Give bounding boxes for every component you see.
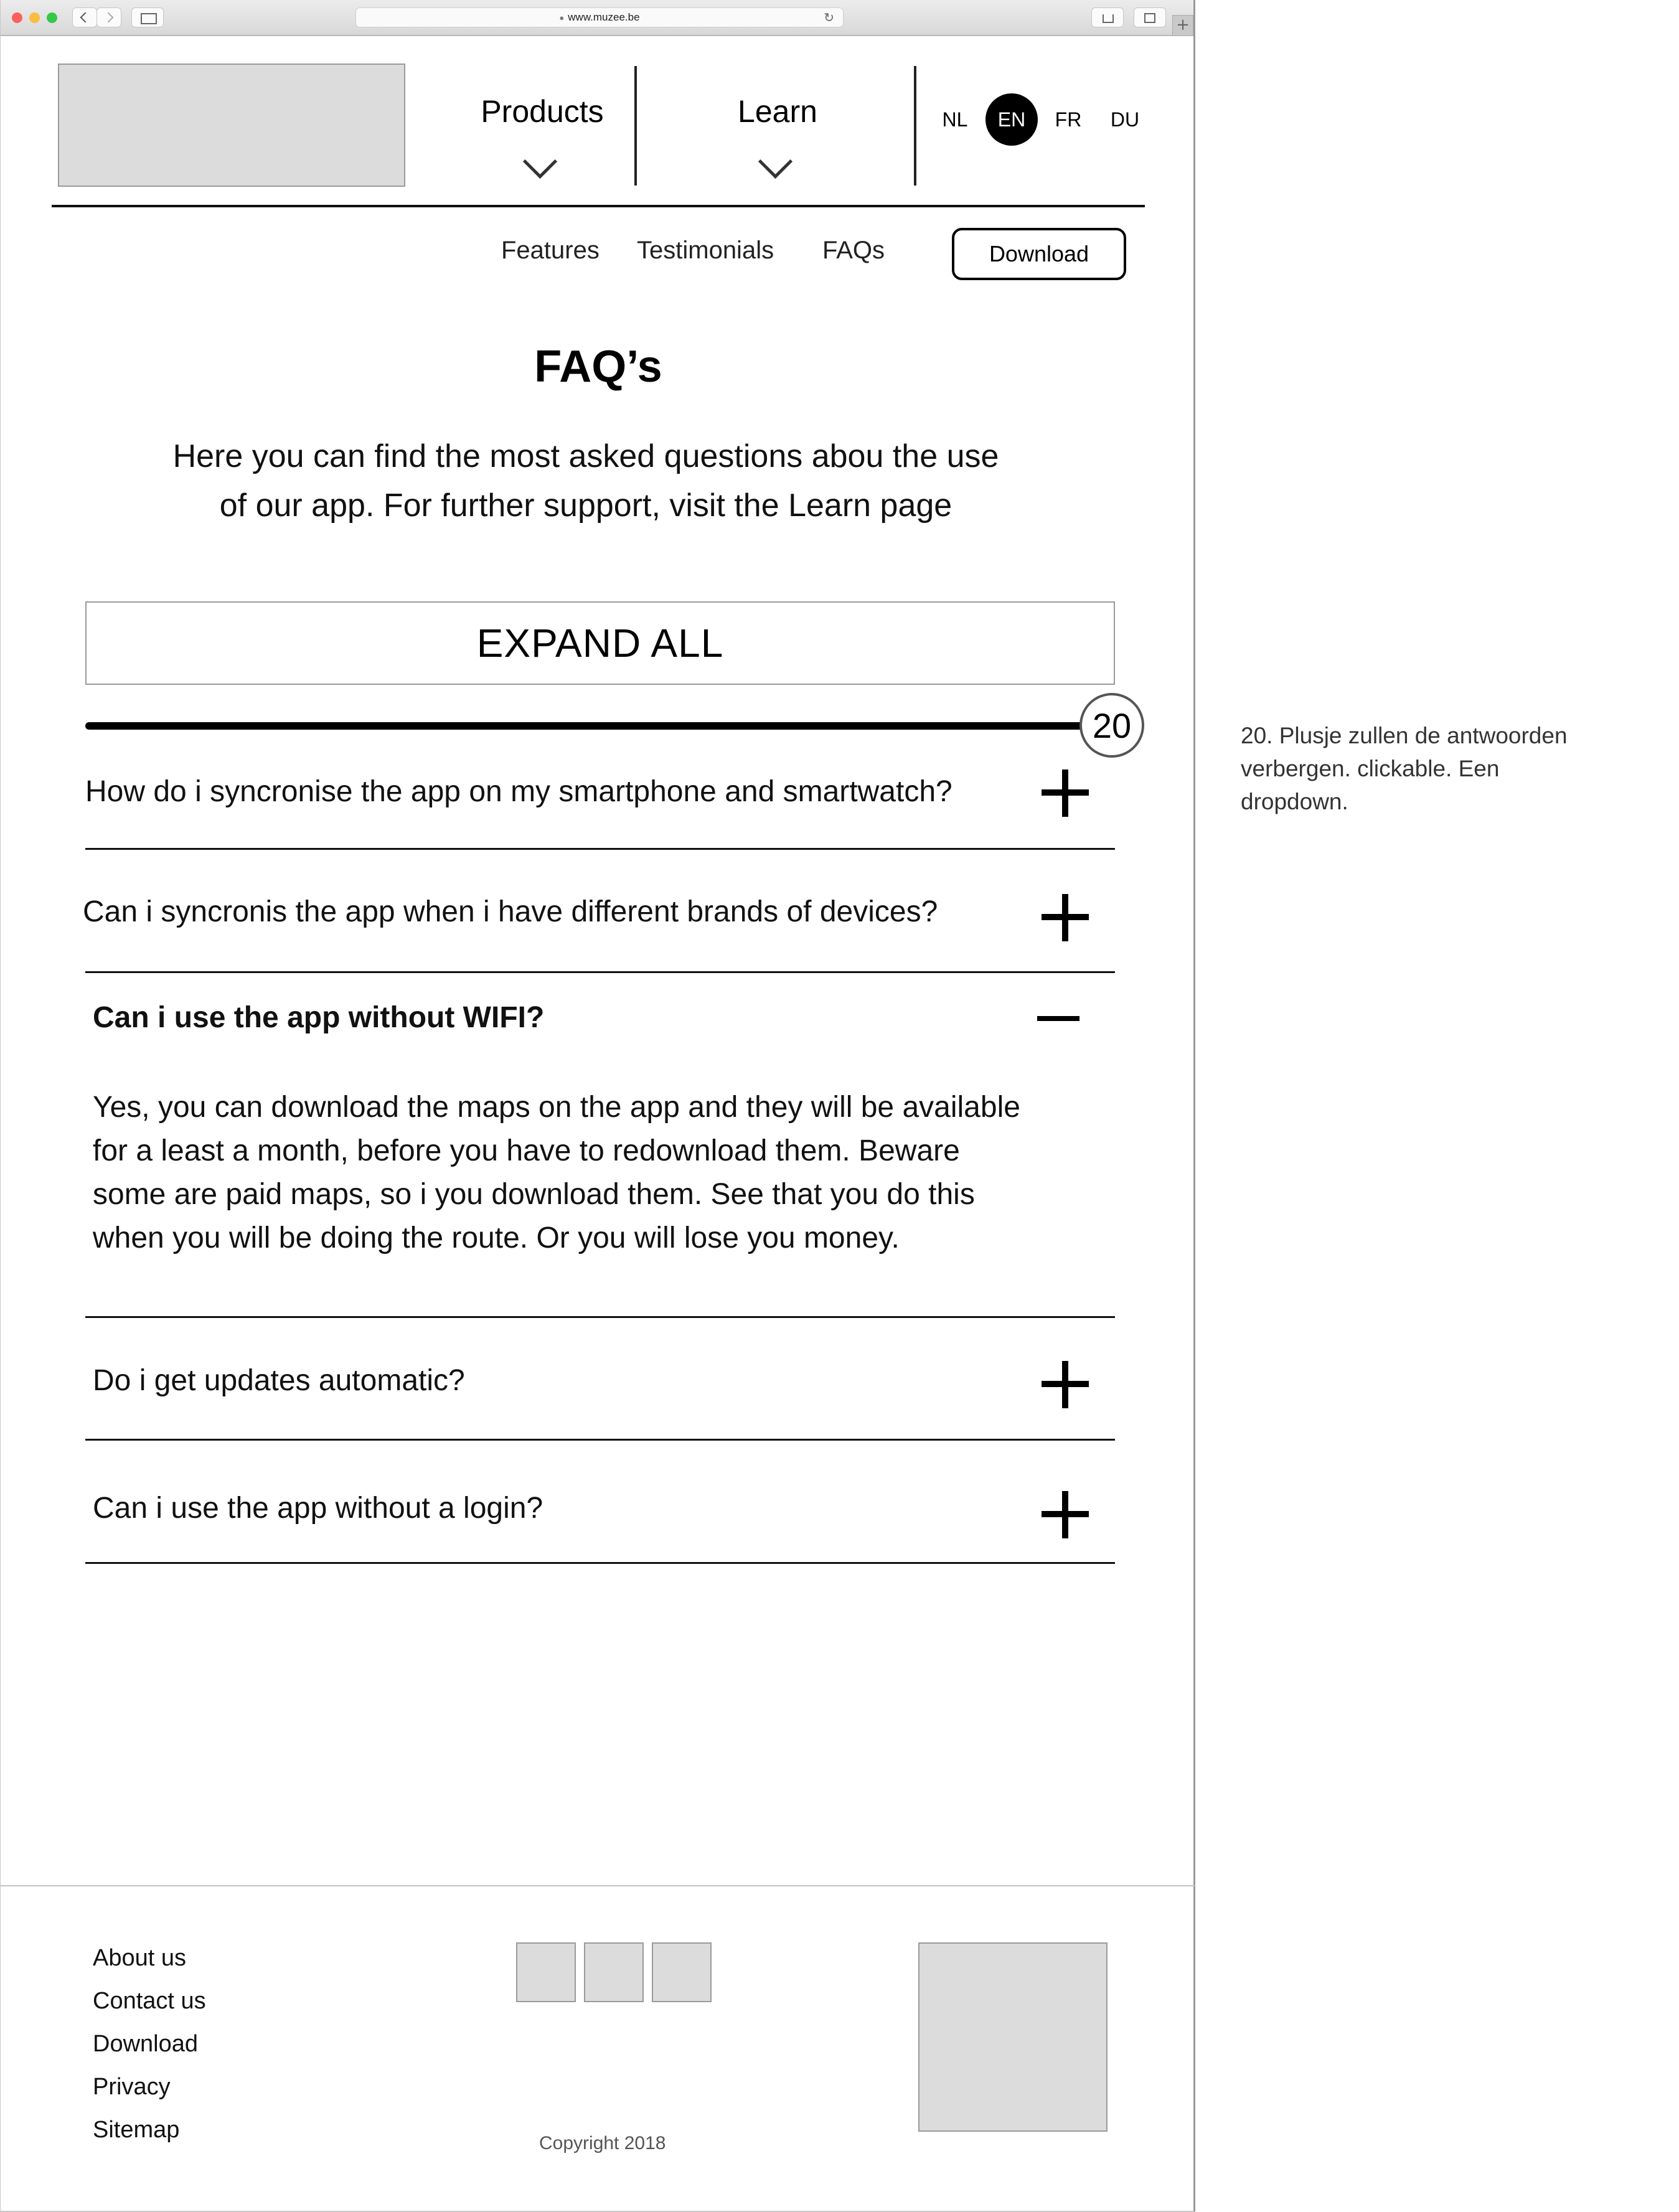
faq-question-4[interactable]: Do i get updates automatic? xyxy=(93,1363,465,1398)
forward-button[interactable] xyxy=(96,7,121,27)
back-button[interactable] xyxy=(72,7,97,27)
faq-divider xyxy=(85,848,1115,850)
social-icon-placeholder[interactable] xyxy=(652,1942,712,2002)
plus-icon[interactable] xyxy=(1042,1361,1089,1408)
language-nl[interactable]: NL xyxy=(929,93,981,146)
learn-chevron-down-icon[interactable] xyxy=(758,144,793,179)
chevron-left-icon xyxy=(80,12,91,23)
minimize-window-button[interactable] xyxy=(29,12,40,23)
download-button[interactable]: Download xyxy=(952,228,1126,280)
plus-icon[interactable] xyxy=(1042,1491,1089,1538)
intro-line: of our app. For further support, visit t… xyxy=(219,487,952,524)
reload-icon[interactable]: ↻ xyxy=(824,10,834,26)
faq-answer-line: when you will be doing the route. Or you… xyxy=(93,1221,900,1254)
language-en[interactable]: EN xyxy=(985,93,1038,146)
maximize-window-button[interactable] xyxy=(47,12,57,23)
faq-divider xyxy=(85,1562,1115,1564)
faq-question-2[interactable]: Can i syncronis the app when i have diff… xyxy=(83,895,938,929)
social-icon-placeholder[interactable] xyxy=(584,1942,644,2002)
footer-link-about-us[interactable]: About us xyxy=(93,1945,186,1972)
plus-icon[interactable] xyxy=(1042,894,1089,941)
header-divider xyxy=(52,205,1145,207)
annotation-note: 20. Plusje zullen de antwoorden verberge… xyxy=(1241,719,1639,818)
tabs-overview-button[interactable] xyxy=(1134,7,1166,27)
faq-answer-3: Yes, you can download the maps on the ap… xyxy=(93,1086,1089,1260)
expand-all-button[interactable]: EXPAND ALL xyxy=(85,601,1115,685)
subnav-faqs[interactable]: FAQs xyxy=(822,237,885,265)
faq-question-3[interactable]: Can i use the app without WIFI? xyxy=(93,1000,544,1035)
subnav-features[interactable]: Features xyxy=(501,237,600,265)
learn-menu[interactable]: Learn xyxy=(684,93,871,129)
subnav-testimonials[interactable]: Testimonials xyxy=(637,237,774,265)
url-text: www.muzee.be xyxy=(568,11,640,23)
products-menu-label: Products xyxy=(481,94,604,129)
language-du[interactable]: DU xyxy=(1099,93,1151,146)
menu-divider xyxy=(914,66,916,186)
faq-divider xyxy=(85,1439,1115,1441)
sidebar-toggle-button[interactable] xyxy=(131,7,164,27)
logo-placeholder[interactable] xyxy=(58,64,405,187)
annotation-marker: 20 xyxy=(1079,693,1144,758)
lock-icon: ● xyxy=(559,12,565,22)
footer-link-contact-us[interactable]: Contact us xyxy=(93,1988,206,2015)
new-tab-button[interactable]: + xyxy=(1172,15,1193,36)
footer-link-sitemap[interactable]: Sitemap xyxy=(93,2117,179,2144)
faq-question-1[interactable]: How do i syncronise the app on my smartp… xyxy=(85,774,952,809)
annotation-note-line: dropdown. xyxy=(1241,789,1348,814)
social-icon-placeholder[interactable] xyxy=(516,1942,576,2002)
browser-titlebar: ● www.muzee.be ↻ + xyxy=(1,0,1193,36)
footer-link-privacy[interactable]: Privacy xyxy=(93,2074,171,2101)
tabs-icon xyxy=(1144,13,1155,23)
footer-image-placeholder xyxy=(918,1942,1108,2132)
faq-divider xyxy=(85,1316,1115,1318)
learn-menu-label: Learn xyxy=(738,94,817,129)
copyright-text: Copyright 2018 xyxy=(539,2133,666,2153)
language-fr[interactable]: FR xyxy=(1042,93,1094,146)
annotation-note-line: 20. Plusje zullen de antwoorden xyxy=(1241,723,1568,748)
plus-icon[interactable] xyxy=(1042,769,1089,817)
share-icon xyxy=(1103,14,1114,23)
faq-answer-line: for a least a month, before you have to … xyxy=(93,1134,960,1167)
minus-icon[interactable] xyxy=(1037,1016,1079,1021)
faq-answer-line: some are paid maps, so i you download th… xyxy=(93,1178,975,1211)
sidebar-icon xyxy=(141,13,157,24)
products-menu[interactable]: Products xyxy=(449,93,636,129)
menu-divider xyxy=(634,66,637,186)
footer-link-download[interactable]: Download xyxy=(93,2031,198,2058)
intro-line: Here you can find the most asked questio… xyxy=(172,438,999,474)
annotation-note-line: verbergen. clickable. Een xyxy=(1241,756,1500,781)
faq-answer-line: Yes, you can download the maps on the ap… xyxy=(93,1091,1020,1124)
browser-window: ● www.muzee.be ↻ + Products Learn NL EN … xyxy=(0,0,1195,2212)
chevron-right-icon xyxy=(103,12,114,23)
intro-text: Here you can find the most asked questio… xyxy=(88,432,1084,530)
page-title: FAQ’s xyxy=(534,342,662,392)
faq-divider xyxy=(85,971,1115,973)
share-button[interactable] xyxy=(1091,7,1124,27)
close-window-button[interactable] xyxy=(12,12,22,23)
footer-divider xyxy=(1,1885,1195,1886)
faq-question-5[interactable]: Can i use the app without a login? xyxy=(93,1491,543,1525)
products-chevron-down-icon[interactable] xyxy=(522,144,558,179)
faq-list-top-divider xyxy=(85,722,1089,730)
address-bar[interactable]: ● www.muzee.be ↻ xyxy=(355,7,844,27)
